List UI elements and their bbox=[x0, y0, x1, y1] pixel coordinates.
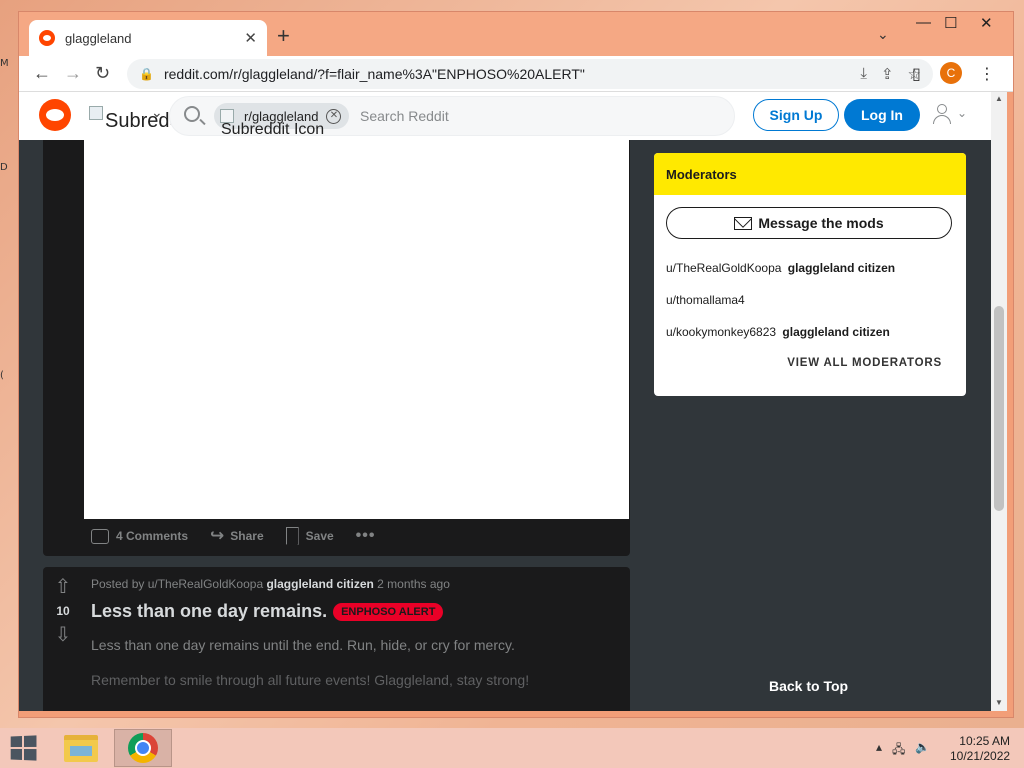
address-bar[interactable]: 🔒 reddit.com/r/glaggleland/?f=flair_name… bbox=[127, 59, 933, 89]
sign-up-button[interactable]: Sign Up bbox=[753, 99, 839, 131]
chrome-taskbar-button[interactable] bbox=[114, 729, 172, 767]
back-to-top-button[interactable]: Back to Top bbox=[769, 678, 848, 694]
moderators-card: Moderators Message the mods u/TheRealGol… bbox=[654, 153, 966, 396]
mail-icon bbox=[734, 216, 753, 230]
minimize-button[interactable]: — bbox=[916, 14, 931, 31]
search-input[interactable]: Search Reddit bbox=[360, 108, 449, 124]
desktop-icon-fragment[interactable]: D bbox=[0, 162, 8, 173]
user-flair: glaggleland citizen bbox=[266, 577, 374, 591]
desktop-icon-fragment[interactable]: M bbox=[0, 58, 9, 69]
volume-icon[interactable]: 🔈 bbox=[915, 740, 930, 761]
view-all-moderators-link[interactable]: VIEW ALL MODERATORS bbox=[787, 357, 942, 369]
user-icon-body bbox=[933, 115, 951, 124]
clock-date: 10/21/2022 bbox=[950, 749, 1011, 763]
comments-label: 4 Comments bbox=[116, 529, 189, 543]
moderator-name[interactable]: u/TheRealGoldKoopa bbox=[666, 261, 781, 275]
network-icon[interactable]: 🖧 bbox=[892, 740, 905, 761]
user-menu-button[interactable]: ⌄ bbox=[931, 104, 971, 128]
moderator-row[interactable]: u/thomallama4 bbox=[666, 293, 745, 307]
more-options-button[interactable]: ••• bbox=[356, 527, 376, 545]
post-title[interactable]: Less than one day remains. ENPHOSO ALERT bbox=[91, 601, 444, 622]
save-button[interactable]: Save bbox=[285, 527, 334, 545]
page-scrollbar[interactable]: ▲ ▼ bbox=[991, 92, 1007, 711]
close-window-button[interactable]: ✕ bbox=[980, 14, 993, 32]
taskbar: ▴ 🖧 🔈 10:25 AM 10/21/2022 bbox=[0, 728, 1024, 768]
comments-button[interactable]: 4 Comments bbox=[91, 528, 189, 544]
reddit-header: Subreddit ⌄ r/glaggleland ✕ Search Reddi… bbox=[19, 92, 991, 140]
scroll-thumb[interactable] bbox=[994, 306, 1004, 511]
comment-icon bbox=[91, 528, 109, 544]
message-mods-button[interactable]: Message the mods bbox=[666, 207, 952, 239]
posted-by[interactable]: Posted by u/TheRealGoldKoopa bbox=[91, 577, 263, 591]
moderator-row[interactable]: u/TheRealGoldKoopa glaggleland citizen bbox=[666, 261, 895, 275]
post-card[interactable]: ⇧ 10 ⇩ Posted by u/TheRealGoldKoopa glag… bbox=[43, 567, 630, 711]
log-in-button[interactable]: Log In bbox=[844, 99, 920, 131]
install-app-icon[interactable]: ⤓ bbox=[860, 65, 867, 83]
maximize-button[interactable]: ☐ bbox=[944, 14, 957, 32]
moderator-flair: glaggleland citizen bbox=[787, 261, 896, 275]
share-button[interactable]: ↪ Share bbox=[210, 526, 264, 546]
vote-count: 10 bbox=[56, 604, 70, 618]
chevron-down-icon: ⌄ bbox=[957, 106, 968, 120]
broken-image-icon bbox=[89, 106, 103, 120]
post-title-text[interactable]: Less than one day remains. bbox=[91, 601, 327, 622]
moderator-name[interactable]: u/thomallama4 bbox=[666, 293, 745, 307]
clock-time: 10:25 AM bbox=[959, 734, 1010, 748]
save-label: Save bbox=[305, 529, 334, 543]
post-body: Less than one day remains until the end.… bbox=[91, 637, 515, 653]
vote-column: ⇧ 10 ⇩ bbox=[43, 567, 83, 711]
post-flair-badge[interactable]: ENPHOSO ALERT bbox=[333, 602, 444, 621]
scroll-up-arrow-icon[interactable]: ▲ bbox=[995, 94, 1003, 103]
user-icon bbox=[937, 104, 947, 114]
moderator-row[interactable]: u/kookymonkey6823 glaggleland citizen bbox=[666, 325, 890, 339]
moderator-flair: glaggleland citizen bbox=[782, 325, 890, 339]
file-explorer-icon[interactable] bbox=[64, 735, 98, 762]
lock-icon[interactable]: 🔒 bbox=[139, 67, 154, 81]
tab-close-icon[interactable]: ✕ bbox=[244, 29, 257, 47]
reddit-favicon-icon bbox=[39, 30, 55, 46]
community-chevron-down-icon[interactable]: ⌄ bbox=[151, 104, 163, 121]
share-arrow-icon: ↪ bbox=[210, 526, 225, 545]
profile-avatar[interactable]: C bbox=[940, 62, 962, 84]
clock[interactable]: 10:25 AM 10/21/2022 bbox=[950, 734, 1010, 764]
reload-button[interactable]: ↻ bbox=[95, 62, 110, 84]
reddit-page: 4 Comments ↪ Share Save ••• ⇧ 10 ⇩ Poste… bbox=[19, 92, 991, 711]
post-time[interactable]: 2 months ago bbox=[377, 577, 450, 591]
url-text[interactable]: reddit.com/r/glaggleland/?f=flair_name%3… bbox=[164, 66, 585, 82]
tab-strip: glaggleland ✕ + ⌄ — ☐ ✕ bbox=[19, 12, 1013, 56]
message-mods-label: Message the mods bbox=[758, 215, 884, 231]
new-tab-button[interactable]: + bbox=[277, 24, 290, 48]
moderator-name[interactable]: u/kookymonkey6823 bbox=[666, 325, 776, 339]
subreddit-icon-alt-text: Subreddit Icon bbox=[221, 121, 325, 138]
kebab-menu-icon[interactable]: ⋮ bbox=[979, 64, 995, 84]
downvote-icon[interactable]: ⇩ bbox=[53, 625, 73, 645]
windows-start-icon[interactable] bbox=[10, 735, 37, 761]
post-actions: 4 Comments ↪ Share Save ••• bbox=[91, 526, 397, 546]
tab-search-chevron-icon[interactable]: ⌄ bbox=[877, 26, 889, 43]
back-button[interactable]: ← bbox=[33, 62, 51, 84]
upvote-icon[interactable]: ⇧ bbox=[53, 577, 73, 597]
chrome-icon bbox=[128, 733, 158, 763]
post-meta: Posted by u/TheRealGoldKoopa glaggleland… bbox=[91, 577, 450, 591]
post-media[interactable] bbox=[84, 140, 629, 519]
share-label: Share bbox=[230, 529, 264, 543]
side-panel-icon[interactable]: ▯ bbox=[912, 64, 921, 84]
post-body: Remember to smile through all future eve… bbox=[91, 672, 530, 688]
scroll-down-arrow-icon[interactable]: ▼ bbox=[995, 698, 1003, 707]
browser-toolbar: ← → ↻ 🔒 reddit.com/r/glaggleland/?f=flai… bbox=[19, 56, 1013, 92]
bookmark-icon bbox=[285, 527, 299, 545]
system-tray: ▴ 🖧 🔈 bbox=[876, 740, 930, 761]
tab-glaggleland[interactable]: glaggleland ✕ bbox=[29, 20, 267, 56]
search-icon bbox=[184, 106, 200, 122]
desktop-icon-fragment[interactable]: ( bbox=[0, 370, 4, 381]
forward-button[interactable]: → bbox=[64, 62, 82, 84]
browser-window: glaggleland ✕ + ⌄ — ☐ ✕ ← → ↻ 🔒 reddit.c… bbox=[18, 11, 1014, 718]
tab-title: glaggleland bbox=[65, 30, 132, 46]
moderators-title: Moderators bbox=[654, 153, 966, 195]
reddit-logo-icon[interactable] bbox=[39, 99, 71, 131]
share-icon[interactable]: ⇪ bbox=[881, 65, 894, 83]
show-hidden-icons-icon[interactable]: ▴ bbox=[876, 740, 882, 761]
